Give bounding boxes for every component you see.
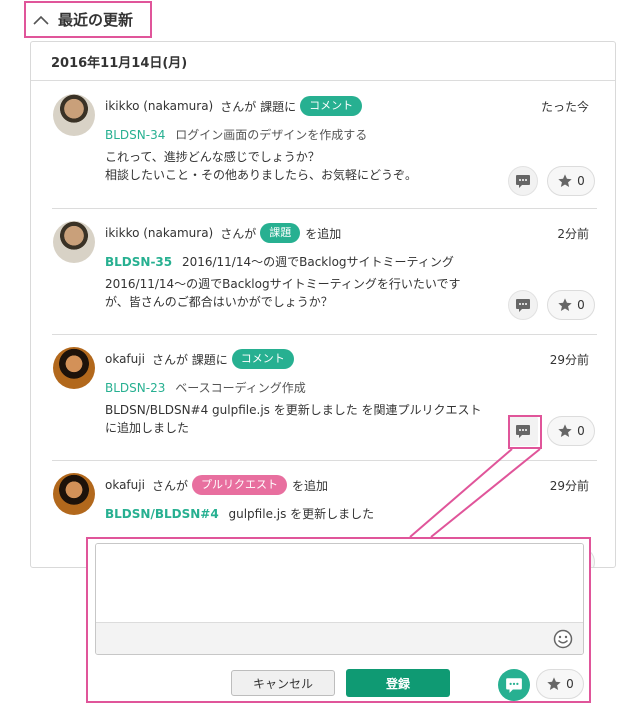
- emoji-icon[interactable]: [553, 629, 573, 649]
- comment-textarea[interactable]: [96, 544, 583, 623]
- submit-button[interactable]: 登録: [346, 669, 450, 697]
- comment-icon: [506, 677, 522, 693]
- comment-form: キャンセル 登録 0: [86, 537, 591, 703]
- editor-toolbar: [96, 622, 583, 654]
- star-button[interactable]: 0: [536, 669, 584, 699]
- star-count: 0: [566, 677, 574, 691]
- comment-editor: [95, 543, 584, 655]
- cancel-button[interactable]: キャンセル: [231, 670, 335, 696]
- comment-toggle-button[interactable]: [498, 669, 530, 701]
- star-icon: [547, 677, 561, 690]
